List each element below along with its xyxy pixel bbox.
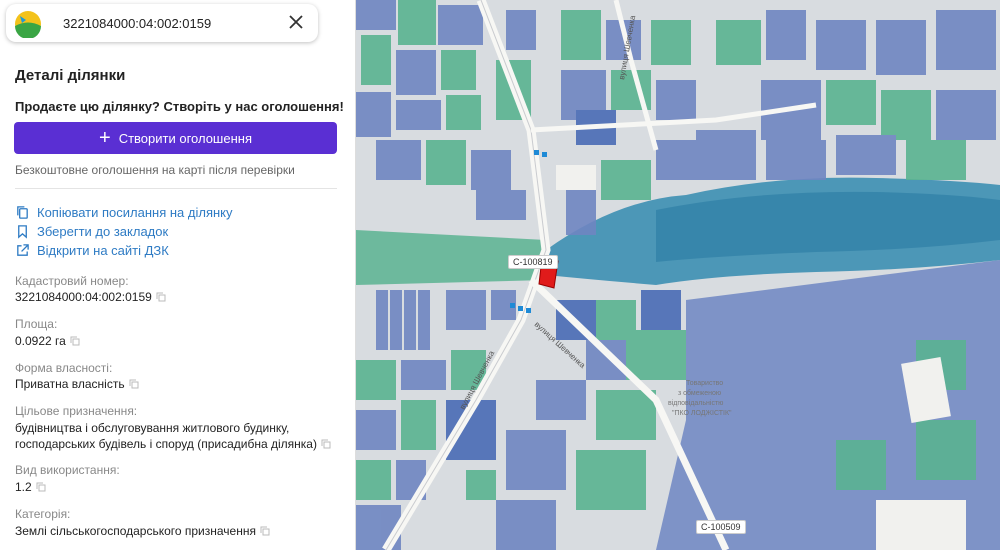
dzk-link[interactable]: Відкрити на сайті ДЗК xyxy=(15,243,169,258)
close-icon[interactable] xyxy=(286,12,306,32)
area-value: 0.0922 га xyxy=(15,333,80,349)
bookmark-link-label: Зберегти до закладок xyxy=(37,224,169,239)
area-label: Площа: xyxy=(15,317,58,331)
logo-icon xyxy=(15,11,41,38)
create-listing-label: Створити оголошення xyxy=(118,130,252,146)
org-label-line2: з обмеженою xyxy=(678,389,721,397)
org-label-line3: відповідальністю xyxy=(668,399,723,407)
org-label-line4: "ПКО ЛОДЖІСТІК" xyxy=(672,410,732,417)
purpose-value-line2: господарських будівель і споруд (присади… xyxy=(15,436,331,452)
bookmark-link[interactable]: Зберегти до закладок xyxy=(15,224,168,239)
copy-icon[interactable] xyxy=(321,439,331,449)
copy-link-label: Копіювати посилання на ділянку xyxy=(37,205,233,220)
page-title: Деталі ділянки xyxy=(15,67,126,84)
cadastral-label: Кадастровий номер: xyxy=(15,274,129,288)
usage-value: 1.2 xyxy=(15,479,46,495)
external-link-icon xyxy=(17,244,29,256)
cadastral-value: 3221084000:04:002:0159 xyxy=(15,289,166,305)
purpose-value-line2-text: господарських будівель і споруд (присади… xyxy=(15,437,317,451)
usage-label: Вид використання: xyxy=(15,463,120,477)
plus-icon: + xyxy=(99,127,111,149)
copy-icon[interactable] xyxy=(36,482,46,492)
divider xyxy=(15,188,337,189)
usage-value-text: 1.2 xyxy=(15,480,32,494)
cadastral-value-text: 3221084000:04:002:0159 xyxy=(15,290,152,304)
copy-icon[interactable] xyxy=(129,379,139,389)
bookmark-icon xyxy=(18,225,27,239)
map-canvas[interactable]: вулиця Шевченка вулиця Шевченка вулиця Ш… xyxy=(356,0,1000,550)
purpose-label: Цільове призначення: xyxy=(15,404,138,418)
ownership-value-text: Приватна власність xyxy=(15,377,125,391)
category-value: Землі сільськогосподарського призначення xyxy=(15,523,270,539)
search-input[interactable]: 3221084000:04:002:0159 xyxy=(63,16,211,31)
category-label: Категорія: xyxy=(15,507,71,521)
purpose-value-line1: будівництва і обслуговування житлового б… xyxy=(15,421,290,435)
road-label: С-100819 xyxy=(508,255,558,269)
road-label: С-100509 xyxy=(696,520,746,534)
ownership-label: Форма власності: xyxy=(15,361,113,375)
area-value-text: 0.0922 га xyxy=(15,334,66,348)
category-value-text: Землі сільськогосподарського призначення xyxy=(15,524,256,538)
org-label-line1: Товариство xyxy=(686,380,723,387)
free-listing-note: Безкоштовне оголошення на карті після пе… xyxy=(15,163,295,177)
copy-link[interactable]: Копіювати посилання на ділянку xyxy=(15,205,233,220)
details-panel: 3221084000:04:002:0159 Деталі ділянки Пр… xyxy=(0,0,356,550)
ownership-value: Приватна власність xyxy=(15,376,139,392)
copy-icon xyxy=(17,206,28,219)
copy-icon[interactable] xyxy=(156,292,166,302)
search-bar[interactable]: 3221084000:04:002:0159 xyxy=(6,4,318,42)
copy-icon[interactable] xyxy=(260,526,270,536)
copy-icon[interactable] xyxy=(70,336,80,346)
dzk-link-label: Відкрити на сайті ДЗК xyxy=(37,243,169,258)
create-listing-button[interactable]: + Створити оголошення xyxy=(14,122,337,154)
cadastral-map[interactable]: вулиця Шевченка вулиця Шевченка вулиця Ш… xyxy=(356,0,1000,550)
promo-text: Продаєте цю ділянку? Створіть у нас огол… xyxy=(15,99,344,114)
